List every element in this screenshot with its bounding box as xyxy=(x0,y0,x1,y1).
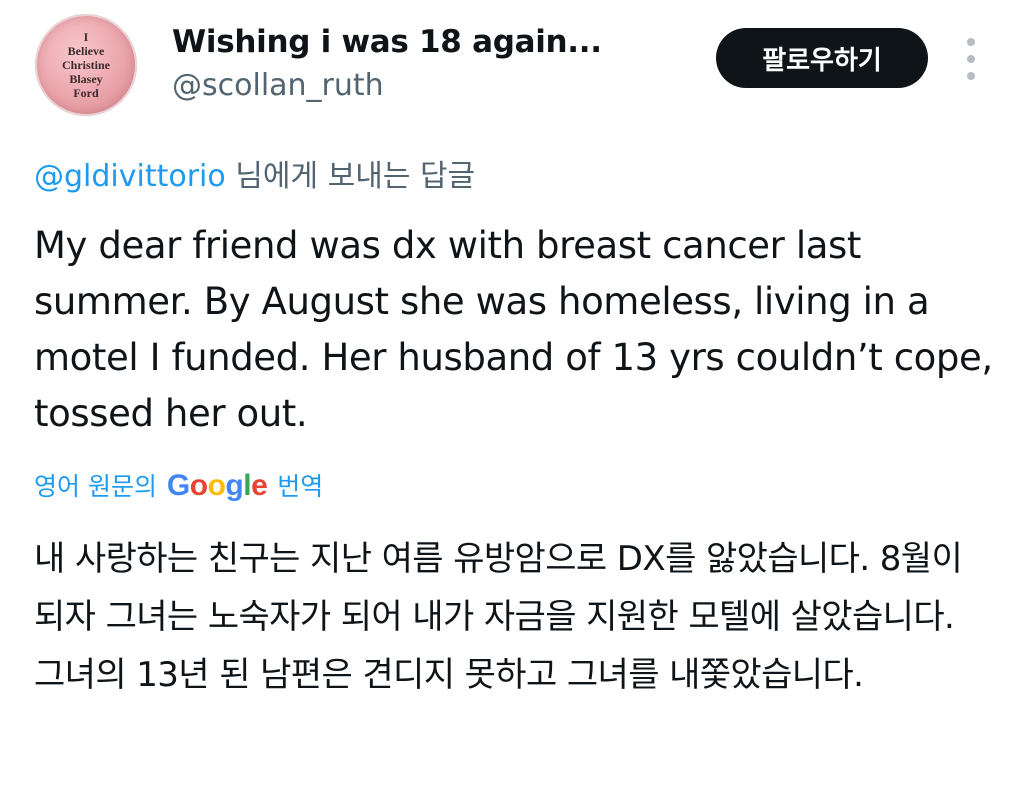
avatar-text-line: Believe xyxy=(67,44,105,58)
avatar-text-line: I xyxy=(83,30,89,44)
tweet-text: My dear friend was dx with breast cancer… xyxy=(34,224,993,435)
display-name[interactable]: Wishing i was 18 again... xyxy=(172,24,602,60)
translation-attribution[interactable]: 영어 원문의 Google 번역 xyxy=(34,467,323,503)
user-handle[interactable]: @scollan_ruth xyxy=(172,68,384,103)
avatar-text-line: Blasey xyxy=(69,72,103,86)
dot xyxy=(967,55,975,63)
google-letter: G xyxy=(166,469,190,502)
google-letter: g xyxy=(225,469,244,502)
google-letter: l xyxy=(243,469,252,502)
reply-mention-link[interactable]: @gldivittorio xyxy=(34,159,226,194)
dot xyxy=(967,72,975,80)
follow-button[interactable]: 팔로우하기 xyxy=(716,28,928,88)
reply-suffix: 님에게 보내는 답글 xyxy=(225,159,476,194)
google-letter: o xyxy=(189,469,208,502)
dot xyxy=(967,38,975,46)
google-letter: e xyxy=(251,469,268,502)
more-vertical-icon[interactable] xyxy=(956,38,986,80)
google-logo: Google xyxy=(166,469,268,502)
avatar-text-line: Ford xyxy=(73,86,99,100)
google-letter: o xyxy=(207,469,226,502)
avatar-text-line: Christine xyxy=(62,58,110,72)
translation-prefix: 영어 원문의 xyxy=(34,472,165,501)
avatar[interactable]: I Believe Christine Blasey Ford xyxy=(35,14,137,116)
reply-context: @gldivittorio 님에게 보내는 답글 xyxy=(34,151,475,195)
translation-suffix: 번역 xyxy=(269,472,324,501)
translated-text: 내 사랑하는 친구는 지난 여름 유방암으로 DX를 앓았습니다. 8월이 되자… xyxy=(34,539,963,695)
